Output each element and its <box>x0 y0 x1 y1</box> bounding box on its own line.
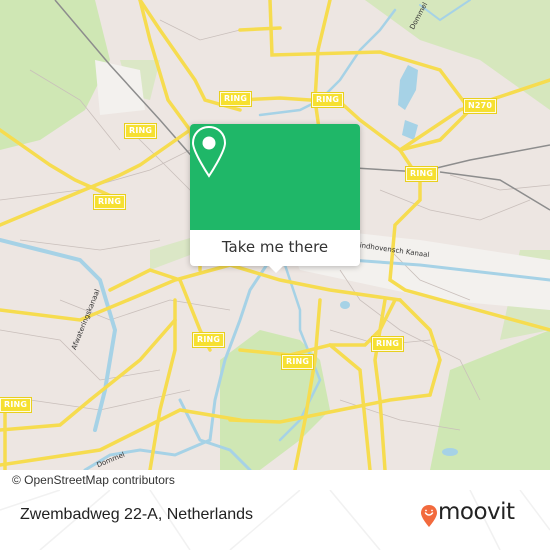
moovit-wordmark: moovit <box>438 499 515 525</box>
ring-road-label: RING <box>191 332 226 348</box>
ring-road-label: RING <box>218 91 253 107</box>
location-popup: Take me there <box>190 124 360 273</box>
ring-road-label: RING <box>0 397 33 413</box>
ring-road-label: RING <box>123 123 158 139</box>
popup-pointer <box>267 264 285 273</box>
n270-road-label: N270 <box>462 98 498 114</box>
ring-road-label: RING <box>280 354 315 370</box>
ring-road-label: RING <box>310 92 345 108</box>
ring-road-label: RING <box>92 194 127 210</box>
moovit-pin-icon <box>421 505 437 527</box>
footer: Zwembadweg 22-A, Netherlands moovit <box>0 490 550 550</box>
take-me-there-button[interactable]: Take me there <box>190 230 360 266</box>
map[interactable]: RING RING RING RING RING RING RING RING … <box>0 0 550 470</box>
location-pin-icon <box>191 125 227 178</box>
popup-header <box>190 124 360 230</box>
map-attribution[interactable]: © OpenStreetMap contributors <box>10 471 179 491</box>
ring-road-label: RING <box>370 336 405 352</box>
address-text: Zwembadweg 22-A, Netherlands <box>20 506 254 523</box>
ring-road-label: RING <box>404 166 439 182</box>
